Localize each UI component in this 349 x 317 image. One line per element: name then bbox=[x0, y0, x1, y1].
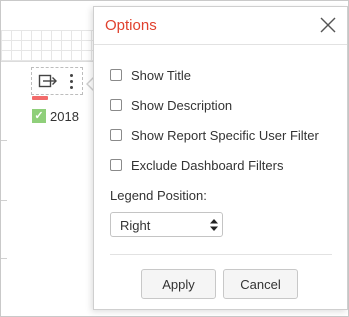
export-icon[interactable] bbox=[38, 73, 58, 89]
select-arrows-icon bbox=[210, 219, 218, 231]
legend-position-label: Legend Position: bbox=[110, 188, 207, 203]
legend-color-swatch bbox=[32, 96, 48, 100]
popup-header: Options bbox=[94, 7, 347, 45]
checkbox-icon[interactable] bbox=[110, 129, 122, 141]
legend-checkbox-icon[interactable]: ✓ bbox=[32, 109, 46, 123]
axis-tick bbox=[1, 258, 7, 259]
apply-button[interactable]: Apply bbox=[141, 269, 216, 299]
option-exclude-dashboard-filters[interactable]: Exclude Dashboard Filters bbox=[110, 157, 283, 173]
option-show-description[interactable]: Show Description bbox=[110, 97, 232, 113]
checkbox-icon[interactable] bbox=[110, 69, 122, 81]
legend-position-select[interactable]: Right bbox=[110, 212, 223, 237]
option-label: Show Title bbox=[131, 67, 191, 83]
footer-divider bbox=[110, 254, 332, 255]
cancel-button[interactable]: Cancel bbox=[223, 269, 298, 299]
axis-tick bbox=[1, 140, 7, 141]
legend-position-value: Right bbox=[120, 218, 151, 233]
legend-item-label: 2018 bbox=[50, 108, 79, 124]
axis-tick bbox=[1, 200, 7, 201]
options-popup: Options Show Title Show Description Show… bbox=[93, 6, 348, 310]
option-show-report-specific-user-filter[interactable]: Show Report Specific User Filter bbox=[110, 127, 319, 143]
legend-item-2018[interactable]: ✓ 2018 bbox=[32, 108, 79, 124]
checkbox-icon[interactable] bbox=[110, 99, 122, 111]
option-label: Show Report Specific User Filter bbox=[131, 127, 319, 143]
popup-title: Options bbox=[105, 17, 157, 34]
option-show-title[interactable]: Show Title bbox=[110, 67, 191, 83]
more-vertical-icon[interactable] bbox=[68, 72, 76, 90]
close-icon[interactable] bbox=[320, 17, 336, 33]
option-label: Show Description bbox=[131, 97, 233, 113]
checkbox-icon[interactable] bbox=[110, 159, 122, 171]
option-label: Exclude Dashboard Filters bbox=[131, 157, 284, 173]
